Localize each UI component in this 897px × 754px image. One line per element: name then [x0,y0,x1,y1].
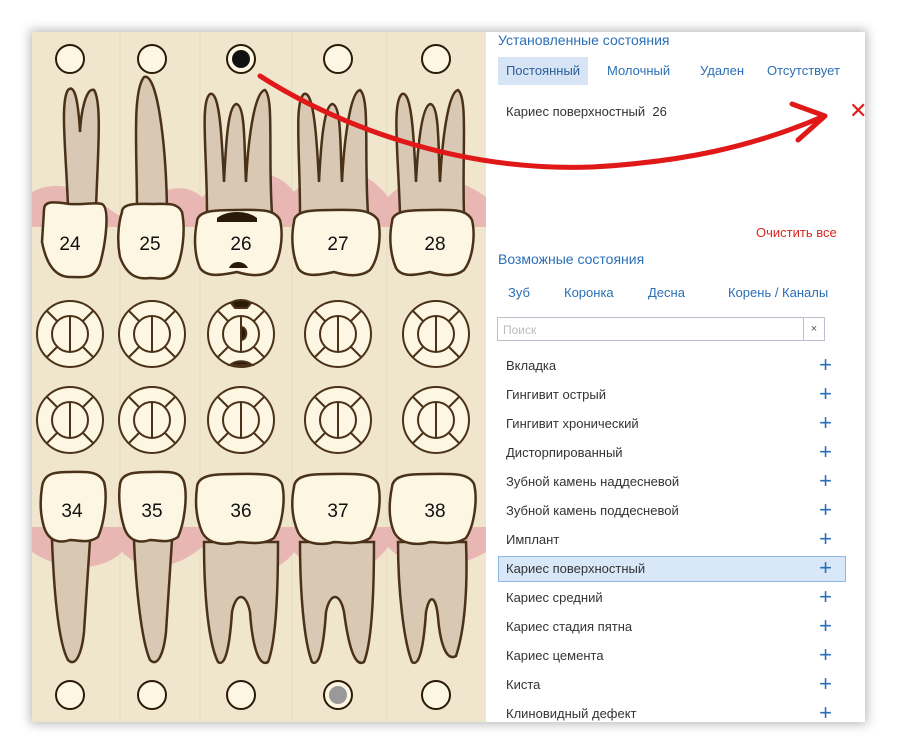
list-item-label: Гингивит хронический [506,416,639,431]
list-item[interactable]: Дисторпированный + [498,440,846,466]
clear-all-button[interactable]: Очистить все [756,225,837,240]
plus-icon[interactable]: + [819,702,832,723]
list-item-label: Кариес цемента [506,648,604,663]
occlusal-36 [207,386,275,454]
occlusal-37 [304,386,372,454]
plus-icon[interactable]: + [819,354,832,376]
occlusal-26 [207,299,275,368]
tooth-number-24: 24 [59,234,81,255]
occlusal-35 [118,386,186,454]
installed-title: Установленные состояния [498,32,670,48]
list-item[interactable]: Киста + [498,672,846,698]
select-circle-36 [226,680,256,710]
list-item[interactable]: Кариес средний + [498,585,846,611]
list-item[interactable]: Гингивит хронический + [498,411,846,437]
occlusal-24 [36,300,104,368]
tab-absent[interactable]: Отсутствует [767,63,840,78]
installed-condition-row: Кариес поверхностный 26 [506,104,667,119]
app-frame: 24 25 26 27 28 34 35 36 37 38 Установлен… [32,32,865,722]
plus-icon[interactable]: + [819,586,832,608]
plus-icon[interactable]: + [819,673,832,695]
tab-milk[interactable]: Молочный [607,63,670,78]
select-circle-35 [137,680,167,710]
list-item[interactable]: Кариес цемента + [498,643,846,669]
plus-icon[interactable]: + [819,412,832,434]
occlusal-34 [36,386,104,454]
tooth-number-37: 37 [327,501,348,522]
tooth-number-38: 38 [424,501,445,522]
list-item-selected[interactable]: Кариес поверхностный + [498,556,846,582]
occlusal-row-upper [36,299,470,368]
select-circle-28 [421,44,451,74]
tooth-number-25: 25 [139,234,160,255]
tooth-selectors-lower [55,680,451,710]
plus-icon[interactable]: + [819,383,832,405]
list-item-label: Кариес стадия пятна [506,619,633,634]
occlusal-row-lower [36,386,470,454]
plus-icon[interactable]: + [819,644,832,666]
select-circle-24 [55,44,85,74]
search-box: × [497,317,825,341]
tab-root-canals[interactable]: Корень / Каналы [728,285,828,300]
remove-condition-icon[interactable]: ✕ [849,100,865,122]
tab-tooth[interactable]: Зуб [508,285,530,300]
tooth-number-28: 28 [424,234,445,255]
list-item[interactable]: Зубной камень наддесневой + [498,469,846,495]
list-item-label: Зубной камень наддесневой [506,474,680,489]
plus-icon[interactable]: + [819,528,832,550]
select-circle-25 [137,44,167,74]
list-item-label: Киста [506,677,541,692]
conditions-panel: Установленные состояния Постоянный Молоч… [486,32,865,722]
teeth-diagram: 24 25 26 27 28 34 35 36 37 38 [32,32,486,722]
list-item[interactable]: Зубной камень поддесневой + [498,498,846,524]
list-item-label: Кариес средний [506,590,603,605]
tab-gum[interactable]: Десна [648,285,685,300]
list-item-label: Дисторпированный [506,445,623,460]
list-item-label: Клиновидный дефект [506,706,637,721]
select-circle-38 [421,680,451,710]
installed-condition-name: Кариес поверхностный [506,104,646,119]
plus-icon[interactable]: + [819,557,832,579]
tooth-number-36: 36 [230,501,251,522]
dental-chart: 24 25 26 27 28 34 35 36 37 38 [32,32,486,722]
tooth-number-34: 34 [61,501,83,522]
tooth-number-26: 26 [230,234,251,255]
list-item[interactable]: Клиновидный дефект + [498,701,846,723]
select-circle-26-filled [232,50,250,68]
tab-crown[interactable]: Коронка [564,285,614,300]
occlusal-28 [402,300,470,368]
possible-title: Возможные состояния [498,251,645,267]
plus-icon[interactable]: + [819,441,832,463]
list-item-label: Кариес поверхностный [506,561,646,576]
tooth-selectors-upper [55,44,451,74]
plus-icon[interactable]: + [819,470,832,492]
tab-permanent[interactable]: Постоянный [498,57,588,85]
tooth-number-27: 27 [327,234,348,255]
list-item[interactable]: Имплант + [498,527,846,553]
plus-icon[interactable]: + [819,499,832,521]
tooth-number-35: 35 [141,501,162,522]
select-circle-34 [55,680,85,710]
tab-removed[interactable]: Удален [700,63,744,78]
search-input[interactable] [501,319,805,341]
occlusal-38 [402,386,470,454]
list-item-label: Имплант [506,532,560,547]
list-item[interactable]: Гингивит острый + [498,382,846,408]
installed-condition-tooth: 26 [652,104,667,119]
select-circle-37-filled [329,686,347,704]
list-item-label: Вкладка [506,358,557,373]
select-circle-27 [323,44,353,74]
list-item[interactable]: Вкладка + [498,353,846,379]
occlusal-27 [304,300,372,368]
list-item[interactable]: Кариес стадия пятна + [498,614,846,640]
list-item-label: Гингивит острый [506,387,607,402]
occlusal-25 [118,300,186,368]
list-item-label: Зубной камень поддесневой [506,503,679,518]
plus-icon[interactable]: + [819,615,832,637]
search-clear-button[interactable]: × [803,318,824,340]
